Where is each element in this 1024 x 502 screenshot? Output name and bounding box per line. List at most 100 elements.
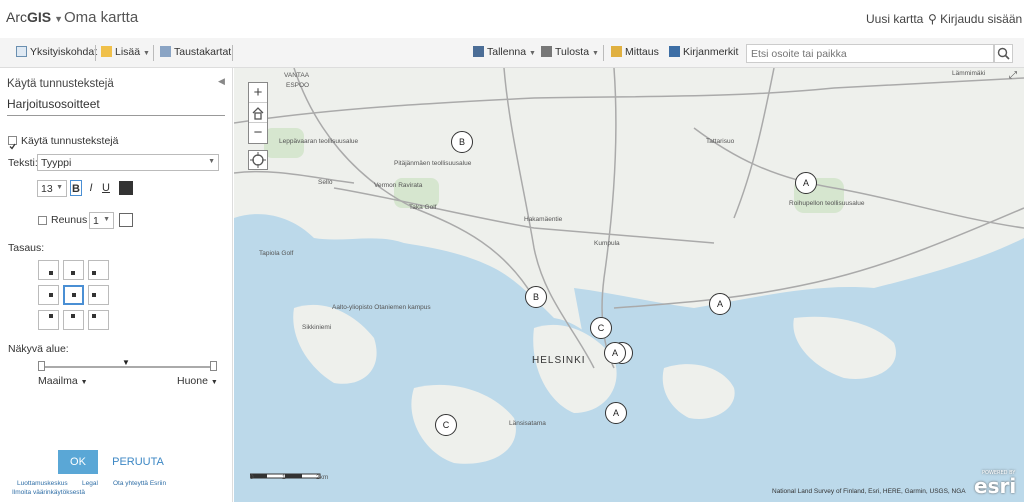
contact-esri-link[interactable]: Ota yhteyttä Esriin	[113, 480, 166, 487]
halo-size-select[interactable]: 1 ▼	[89, 212, 114, 229]
ok-button[interactable]: OK	[58, 450, 98, 474]
home-icon	[252, 107, 264, 120]
underline-button[interactable]: U	[100, 180, 112, 196]
map-marker[interactable]: A	[605, 402, 627, 424]
place-label: Länsisatama	[509, 420, 546, 427]
label-settings-panel: Käytä tunnustekstejä ◀ Harjoitusosoittee…	[0, 68, 233, 502]
save-button[interactable]: Tallenna ▼	[473, 46, 536, 58]
esri-logo: POWERED BY esri	[974, 470, 1017, 498]
align-top-center[interactable]	[63, 260, 84, 280]
range-max-handle[interactable]	[210, 361, 217, 371]
map-marker[interactable]: B	[525, 286, 547, 308]
chevron-down-icon: ▼	[529, 50, 536, 57]
measure-button[interactable]: Mittaus	[611, 46, 659, 58]
zoom-out-button[interactable]: −	[249, 123, 267, 143]
place-label: ESPOO	[286, 82, 310, 89]
collapse-panel-icon[interactable]: ◀	[218, 76, 225, 87]
add-button[interactable]: Lisää ▼	[101, 46, 150, 58]
report-abuse-link[interactable]: Ilmoita väärinkäytöksestä	[12, 489, 85, 496]
cancel-button[interactable]: PERUUTA	[110, 450, 166, 474]
range-max-select[interactable]: Huone ▼	[177, 375, 218, 387]
align-top-left[interactable]	[38, 260, 59, 280]
divider	[95, 45, 96, 61]
chevron-down-icon: ▼	[591, 50, 599, 57]
add-icon	[101, 46, 112, 57]
enable-labels-checkbox[interactable]	[8, 136, 17, 150]
align-dot	[71, 271, 75, 275]
zoom-in-button[interactable]: +	[249, 83, 267, 103]
expand-map-icon[interactable]: ⤢	[1009, 70, 1017, 81]
measure-icon	[611, 46, 622, 57]
esri-wordmark: esri	[974, 474, 1017, 498]
place-label: Leppävaaran teollisuusalue	[279, 138, 359, 145]
text-field-label: Teksti:	[8, 157, 38, 169]
brand-bold: GIS	[27, 9, 52, 25]
align-bottom-center[interactable]	[63, 310, 84, 330]
basemap-button[interactable]: Taustakartat	[160, 46, 231, 58]
place-label: VANTAA	[284, 72, 310, 79]
align-middle-right[interactable]	[88, 285, 109, 305]
scale-bar: 0 1 2km	[249, 468, 340, 486]
chevron-down-icon: ▼	[80, 379, 88, 386]
range-min-handle[interactable]	[38, 361, 45, 371]
visible-range-label: Näkyvä alue:	[8, 343, 69, 355]
map-view[interactable]: VANTAA ESPOO Leppävaaran teollisuusalue …	[234, 68, 1024, 502]
chevron-down-icon: ▼	[208, 158, 215, 165]
place-label: Kumpula	[594, 240, 620, 247]
sign-in-link[interactable]: ⚲ Kirjaudu sisään	[928, 12, 1022, 26]
sea-east	[574, 238, 1024, 502]
halo-color-swatch[interactable]	[119, 213, 133, 227]
text-field-select[interactable]: Tyyppi ▼	[37, 154, 219, 171]
print-button[interactable]: Tulosta ▼	[541, 46, 599, 58]
align-dot	[92, 293, 96, 297]
text-color-swatch[interactable]	[119, 181, 133, 195]
map-marker[interactable]: B	[451, 131, 473, 153]
locate-icon	[250, 152, 266, 168]
home-button[interactable]	[249, 103, 267, 123]
new-map-link[interactable]: Uusi kartta	[866, 12, 923, 26]
align-dot	[92, 314, 96, 318]
align-bottom-left[interactable]	[38, 310, 59, 330]
place-label: Tapiola Golf	[259, 250, 294, 257]
map-marker[interactable]: A	[795, 172, 817, 194]
visible-range-slider[interactable]	[42, 366, 214, 368]
save-icon	[473, 46, 484, 57]
map-marker[interactable]: C	[590, 317, 612, 339]
align-dot	[49, 293, 53, 297]
map-marker[interactable]: A	[709, 293, 731, 315]
align-bottom-right[interactable]	[88, 310, 109, 330]
range-min-select[interactable]: Maailma ▼	[38, 375, 88, 387]
align-center[interactable]	[63, 285, 84, 305]
trust-center-link[interactable]: Luottamuskeskus	[17, 480, 68, 487]
details-label: Yksityiskohdat	[30, 46, 98, 58]
align-top-right[interactable]	[88, 260, 109, 280]
halo-checkbox[interactable]	[38, 216, 47, 225]
map-title: Oma kartta	[64, 9, 139, 26]
basemap	[234, 68, 1024, 502]
italic-button[interactable]: I	[85, 180, 97, 196]
scale-label: 2km	[316, 474, 329, 481]
place-label: Pitäjänmäen teollisuusalue	[394, 160, 472, 167]
align-middle-left[interactable]	[38, 285, 59, 305]
map-marker[interactable]: C	[435, 414, 457, 436]
divider	[603, 45, 604, 61]
bold-button[interactable]: B	[70, 180, 82, 196]
print-icon	[541, 46, 552, 57]
zoom-control: + −	[248, 82, 268, 144]
panel-title: Käytä tunnustekstejä	[7, 78, 114, 90]
legal-link[interactable]: Legal	[82, 480, 98, 487]
search-button[interactable]	[994, 44, 1013, 63]
chevron-down-icon: ▼	[56, 184, 63, 191]
place-label: Sikkiniemi	[302, 324, 332, 331]
place-label: Taka Golf	[409, 204, 437, 211]
search-input[interactable]	[746, 44, 994, 63]
map-marker[interactable]: A	[604, 342, 626, 364]
font-size-value: 13	[41, 183, 53, 195]
locate-button[interactable]	[248, 150, 268, 170]
search-icon	[997, 47, 1010, 60]
details-button[interactable]: Yksityiskohdat	[16, 46, 97, 58]
bookmarks-button[interactable]: Kirjanmerkit	[669, 46, 738, 58]
arcgis-brand-menu[interactable]: ArcGIS ▼	[6, 9, 63, 25]
font-size-select[interactable]: 13 ▼	[37, 180, 67, 197]
place-label: Tattarisuo	[706, 138, 735, 145]
